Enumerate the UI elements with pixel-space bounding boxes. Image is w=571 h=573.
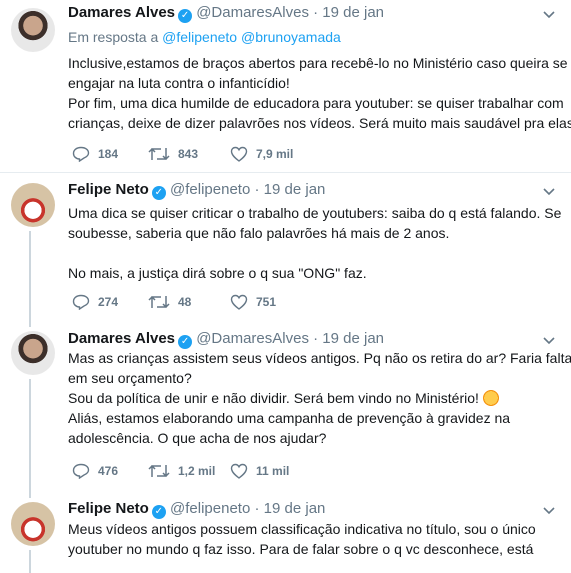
user-handle[interactable]: @DamaresAlves	[196, 330, 309, 347]
tweet-date[interactable]: 19 de jan	[264, 500, 326, 517]
reply-icon	[72, 146, 90, 163]
reply-icon	[72, 294, 90, 311]
separator: ·	[254, 181, 260, 198]
retweet-count: 843	[178, 147, 199, 161]
reply-button[interactable]: 184	[72, 146, 119, 163]
separator: ·	[254, 500, 260, 517]
thread-line	[29, 321, 31, 327]
heart-icon	[230, 463, 248, 479]
tweet-header: Felipe Neto ✓ @felipeneto · 19 de jan	[68, 500, 325, 519]
tweet-text-line: em seu orçamento?	[68, 370, 192, 386]
tweet[interactable]: Damares Alves ✓ @DamaresAlves · 19 de jan…	[0, 0, 571, 173]
tweet-header: Damares Alves ✓ @DamaresAlves · 19 de jan	[68, 330, 384, 349]
tweet-text-line: adolescência. O que acha de nos ajudar?	[68, 430, 327, 446]
reply-user-link[interactable]: @felipeneto	[162, 29, 237, 45]
tweet[interactable]: Felipe Neto ✓ @felipeneto · 19 de jan Meu…	[0, 490, 571, 573]
avatar[interactable]	[11, 502, 55, 546]
separator: ·	[313, 330, 319, 347]
avatar[interactable]	[11, 331, 55, 375]
tweet-text-line: Aliás, estamos elaborando uma campanha d…	[68, 410, 511, 426]
tweet-text-line: Uma dica se quiser criticar o trabalho d…	[68, 205, 562, 221]
reply-count: 184	[98, 147, 119, 161]
tweet-text-line: Por fim, uma dica humilde de educadora p…	[68, 95, 564, 111]
tweet-text-line: crianças, deixe de dizer palavrões nos v…	[68, 115, 571, 131]
reply-prefix: Em resposta a	[68, 29, 159, 45]
verified-badge-icon: ✓	[151, 505, 166, 519]
retweet-button[interactable]: 1,2 mil	[148, 463, 215, 479]
tweet-text: Meus vídeos antigos possuem classificaçã…	[68, 519, 562, 559]
chevron-down-icon[interactable]	[543, 185, 555, 199]
verified-badge-icon: ✓	[178, 9, 193, 23]
user-name[interactable]: Felipe Neto	[68, 500, 149, 517]
user-name[interactable]: Damares Alves	[68, 330, 175, 347]
tweet-date[interactable]: 19 de jan	[322, 330, 384, 347]
tweet[interactable]: Damares Alves ✓ @DamaresAlves · 19 de jan…	[0, 321, 571, 490]
tweet-text-line: Meus vídeos antigos possuem classificaçã…	[68, 521, 536, 537]
tweet-text-line: Mas as crianças assistem seus vídeos ant…	[68, 350, 571, 366]
thread-line	[29, 231, 31, 321]
retweet-button[interactable]: 843	[148, 146, 198, 162]
avatar[interactable]	[11, 8, 55, 52]
reply-count: 476	[98, 464, 119, 478]
like-button[interactable]: 751	[230, 294, 276, 310]
like-count: 751	[256, 295, 277, 309]
tweet-header: Damares Alves ✓ @DamaresAlves · 19 de jan	[68, 4, 384, 23]
retweet-count: 1,2 mil	[178, 464, 216, 478]
reply-button[interactable]: 274	[72, 294, 119, 311]
smiling-face-emoji-icon	[482, 390, 499, 406]
reply-count: 274	[98, 295, 119, 309]
retweet-button[interactable]: 48	[148, 294, 191, 310]
user-name[interactable]: Damares Alves	[68, 4, 175, 21]
chevron-down-icon[interactable]	[543, 8, 555, 22]
tweet-text-line: Inclusive,estamos de braços abertos para…	[68, 55, 568, 71]
chevron-down-icon[interactable]	[543, 504, 555, 518]
user-handle[interactable]: @felipeneto	[170, 181, 250, 198]
retweet-icon	[148, 464, 170, 478]
tweet-header: Felipe Neto ✓ @felipeneto · 19 de jan	[68, 181, 325, 200]
separator: ·	[313, 4, 319, 21]
tweet-date[interactable]: 19 de jan	[264, 181, 326, 198]
retweet-icon	[148, 147, 170, 161]
like-button[interactable]: 7,9 mil	[230, 146, 293, 162]
like-count: 11 mil	[256, 464, 290, 478]
heart-icon	[230, 146, 248, 162]
tweet-text-line: soubesse, saberia que não falo palavrões…	[68, 225, 450, 241]
user-handle[interactable]: @felipeneto	[170, 500, 250, 517]
tweet-date[interactable]: 19 de jan	[322, 4, 384, 21]
retweet-icon	[148, 295, 170, 309]
avatar[interactable]	[11, 183, 55, 227]
user-handle[interactable]: @DamaresAlves	[196, 4, 309, 21]
reply-context: Em resposta a @felipeneto @brunoyamada	[68, 29, 341, 45]
like-count: 7,9 mil	[256, 147, 294, 161]
chevron-down-icon[interactable]	[543, 334, 555, 348]
tweet-text: Mas as crianças assistem seus vídeos ant…	[68, 348, 571, 448]
thread-line	[29, 490, 31, 498]
like-button[interactable]: 11 mil	[230, 463, 289, 479]
tweet-text: Inclusive,estamos de braços abertos para…	[68, 53, 571, 133]
user-name[interactable]: Felipe Neto	[68, 181, 149, 198]
verified-badge-icon: ✓	[178, 335, 193, 349]
tweet-text-line: engajar na luta contra o infanticídio!	[68, 75, 290, 91]
reply-user-link[interactable]: @brunoyamada	[241, 29, 341, 45]
tweet[interactable]: Felipe Neto ✓ @felipeneto · 19 de jan Uma…	[0, 173, 571, 321]
heart-icon	[230, 294, 248, 310]
retweet-count: 48	[178, 295, 192, 309]
tweet-text-line: No mais, a justiça dirá sobre o q sua "O…	[68, 265, 367, 281]
verified-badge-icon: ✓	[151, 186, 166, 200]
reply-icon	[72, 463, 90, 480]
tweet-text-line: youtuber no mundo q faz isso. Para de fa…	[68, 541, 534, 557]
thread-line	[29, 379, 31, 490]
thread-line	[29, 550, 31, 573]
tweet-text: Uma dica se quiser criticar o trabalho d…	[68, 203, 562, 283]
tweet-text-segment: Sou da política de unir e não dividir. S…	[68, 390, 479, 406]
tweet-text-line	[68, 243, 562, 263]
reply-button[interactable]: 476	[72, 463, 119, 480]
tweet-text-line: Sou da política de unir e não dividir. S…	[68, 388, 562, 408]
